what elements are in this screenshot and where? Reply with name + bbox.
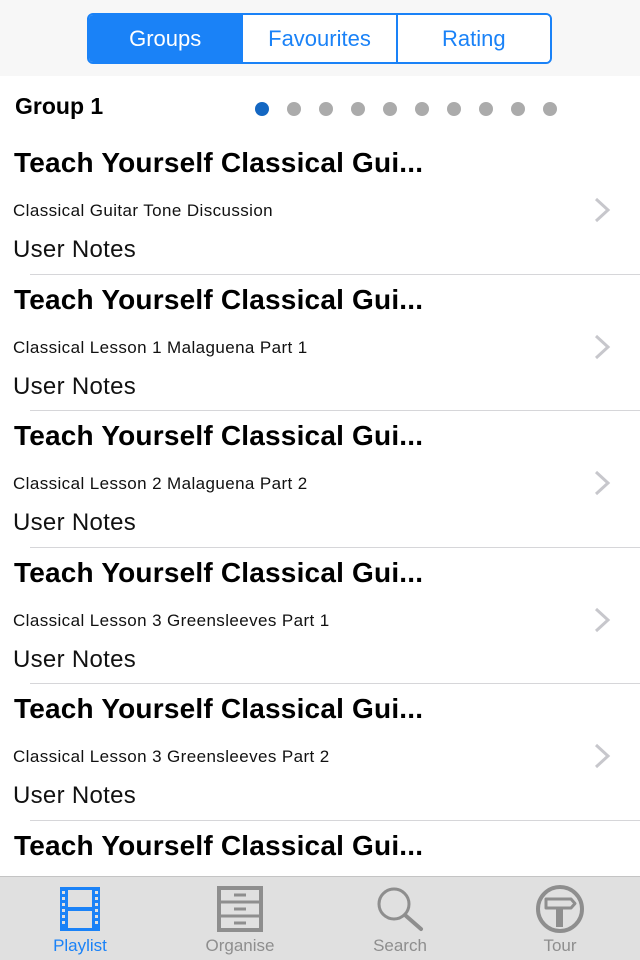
header-bar: Groups Favourites Rating <box>0 0 640 76</box>
list-item[interactable]: Teach Yourself Classical Gui... Classica… <box>0 275 640 412</box>
tab-organise[interactable]: Organise <box>160 877 320 960</box>
tab-label: Organise <box>205 936 275 955</box>
page-dot[interactable] <box>447 102 461 116</box>
film-strip-icon <box>55 885 105 933</box>
list-item[interactable]: Teach Yourself Classical Gui... Classica… <box>0 138 640 275</box>
page-dot[interactable] <box>415 102 429 116</box>
item-subtitle: Classical Lesson 1 Malaguena Part 1 <box>13 337 308 357</box>
list-item[interactable]: Teach Yourself Classical Gui... Classica… <box>0 548 640 685</box>
item-subtitle: Classical Guitar Tone Discussion <box>13 201 274 220</box>
tab-search[interactable]: Search <box>320 877 480 960</box>
tab-playlist[interactable]: Playlist <box>0 877 160 960</box>
chevron-right-icon <box>594 471 611 496</box>
list-item[interactable]: Teach Yourself Classical Gui... Classica… <box>0 411 640 548</box>
segmented-control: Groups Favourites Rating <box>87 13 552 64</box>
page-dot[interactable] <box>351 102 365 116</box>
chevron-right-icon <box>594 607 611 632</box>
filing-cabinet-icon <box>215 885 265 933</box>
page-dot[interactable] <box>287 102 301 116</box>
item-title: Teach Yourself Classical Gui... <box>14 283 424 315</box>
magnifying-glass-icon <box>375 885 425 933</box>
page-dot[interactable] <box>511 102 525 116</box>
item-title: Teach Yourself Classical Gui... <box>14 556 424 588</box>
chevron-right-icon <box>594 744 611 769</box>
page-dot[interactable] <box>319 102 333 116</box>
tab-label: Tour <box>543 936 577 955</box>
item-subtitle: Classical Lesson 2 Malaguena Part 2 <box>13 474 308 494</box>
playlist-list: Teach Yourself Classical Gui... Classica… <box>0 138 640 958</box>
chevron-right-icon <box>594 334 611 359</box>
tab-label: Search <box>373 936 427 955</box>
item-notes: User Notes <box>13 782 137 810</box>
page-dot[interactable] <box>479 102 493 116</box>
tab-bar: Playlist Organise Search Tour <box>0 876 640 960</box>
item-title: Teach Yourself Classical Gui... <box>14 693 424 725</box>
item-notes: User Notes <box>13 645 137 673</box>
tab-label: Playlist <box>53 936 107 955</box>
group-title: Group 1 <box>15 93 104 119</box>
page-dot[interactable] <box>383 102 397 116</box>
signpost-icon <box>535 885 585 933</box>
item-title: Teach Yourself Classical Gui... <box>14 420 424 452</box>
page-dot[interactable] <box>543 102 557 116</box>
segment-favourites[interactable]: Favourites <box>241 15 396 62</box>
item-notes: User Notes <box>13 236 137 263</box>
chevron-right-icon <box>594 197 611 223</box>
item-title: Teach Yourself Classical Gui... <box>14 829 424 861</box>
page-indicator[interactable] <box>255 102 557 116</box>
list-item[interactable]: Teach Yourself Classical Gui... Classica… <box>0 684 640 821</box>
item-notes: User Notes <box>13 372 137 400</box>
item-subtitle: Classical Lesson 3 Greensleeves Part 1 <box>13 610 330 630</box>
segment-groups[interactable]: Groups <box>89 15 242 62</box>
item-notes: User Notes <box>13 509 137 537</box>
tab-tour[interactable]: Tour <box>480 877 640 960</box>
page-dot[interactable] <box>255 102 269 116</box>
segment-rating[interactable]: Rating <box>395 15 550 62</box>
item-subtitle: Classical Lesson 3 Greensleeves Part 2 <box>13 747 330 767</box>
item-title: Teach Yourself Classical Gui... <box>14 147 424 178</box>
